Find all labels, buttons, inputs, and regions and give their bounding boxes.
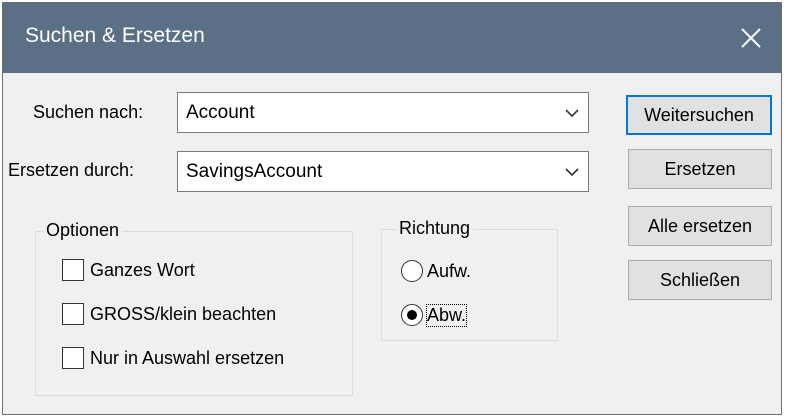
replace-label: Ersetzen durch: xyxy=(8,160,135,180)
match-case-checkbox[interactable]: GROSS/klein beachten xyxy=(62,303,276,325)
search-combobox[interactable]: Account xyxy=(177,92,589,133)
replace-input[interactable]: SavingsAccount xyxy=(186,161,322,183)
chevron-down-icon[interactable] xyxy=(564,106,580,120)
replace-button[interactable]: Ersetzen xyxy=(628,149,772,189)
search-label: Suchen nach: xyxy=(33,102,144,122)
chevron-down-icon[interactable] xyxy=(564,165,580,179)
direction-up-label: Aufw. xyxy=(427,260,472,281)
search-input[interactable]: Account xyxy=(186,102,255,124)
options-legend: Optionen xyxy=(43,220,123,241)
dialog-title: Suchen & Ersetzen xyxy=(25,24,205,47)
find-replace-dialog: Suchen & Ersetzen Suchen nach: Account E… xyxy=(2,2,782,415)
close-icon[interactable] xyxy=(721,3,781,73)
checkbox-box[interactable] xyxy=(62,259,84,281)
radio-circle[interactable] xyxy=(401,260,423,282)
direction-down-radio[interactable]: Abw. xyxy=(401,303,468,327)
direction-legend: Richtung xyxy=(396,218,474,239)
selection-only-label: Nur in Auswahl ersetzen xyxy=(90,347,285,368)
title-bar[interactable]: Suchen & Ersetzen xyxy=(3,3,781,73)
close-button[interactable]: Schließen xyxy=(628,260,772,300)
selection-only-checkbox[interactable]: Nur in Auswahl ersetzen xyxy=(62,347,284,369)
match-case-label: GROSS/klein beachten xyxy=(90,303,277,324)
whole-word-checkbox[interactable]: Ganzes Wort xyxy=(62,259,195,281)
direction-up-radio[interactable]: Aufw. xyxy=(401,260,471,282)
direction-down-label: Abw. xyxy=(425,303,468,327)
radio-selected-dot xyxy=(407,310,417,320)
find-next-button[interactable]: Weitersuchen xyxy=(626,95,772,135)
radio-circle[interactable] xyxy=(401,304,423,326)
checkbox-box[interactable] xyxy=(62,303,84,325)
replace-combobox[interactable]: SavingsAccount xyxy=(177,151,589,192)
checkbox-box[interactable] xyxy=(62,347,84,369)
whole-word-label: Ganzes Wort xyxy=(90,259,195,280)
replace-all-button[interactable]: Alle ersetzen xyxy=(628,206,772,246)
